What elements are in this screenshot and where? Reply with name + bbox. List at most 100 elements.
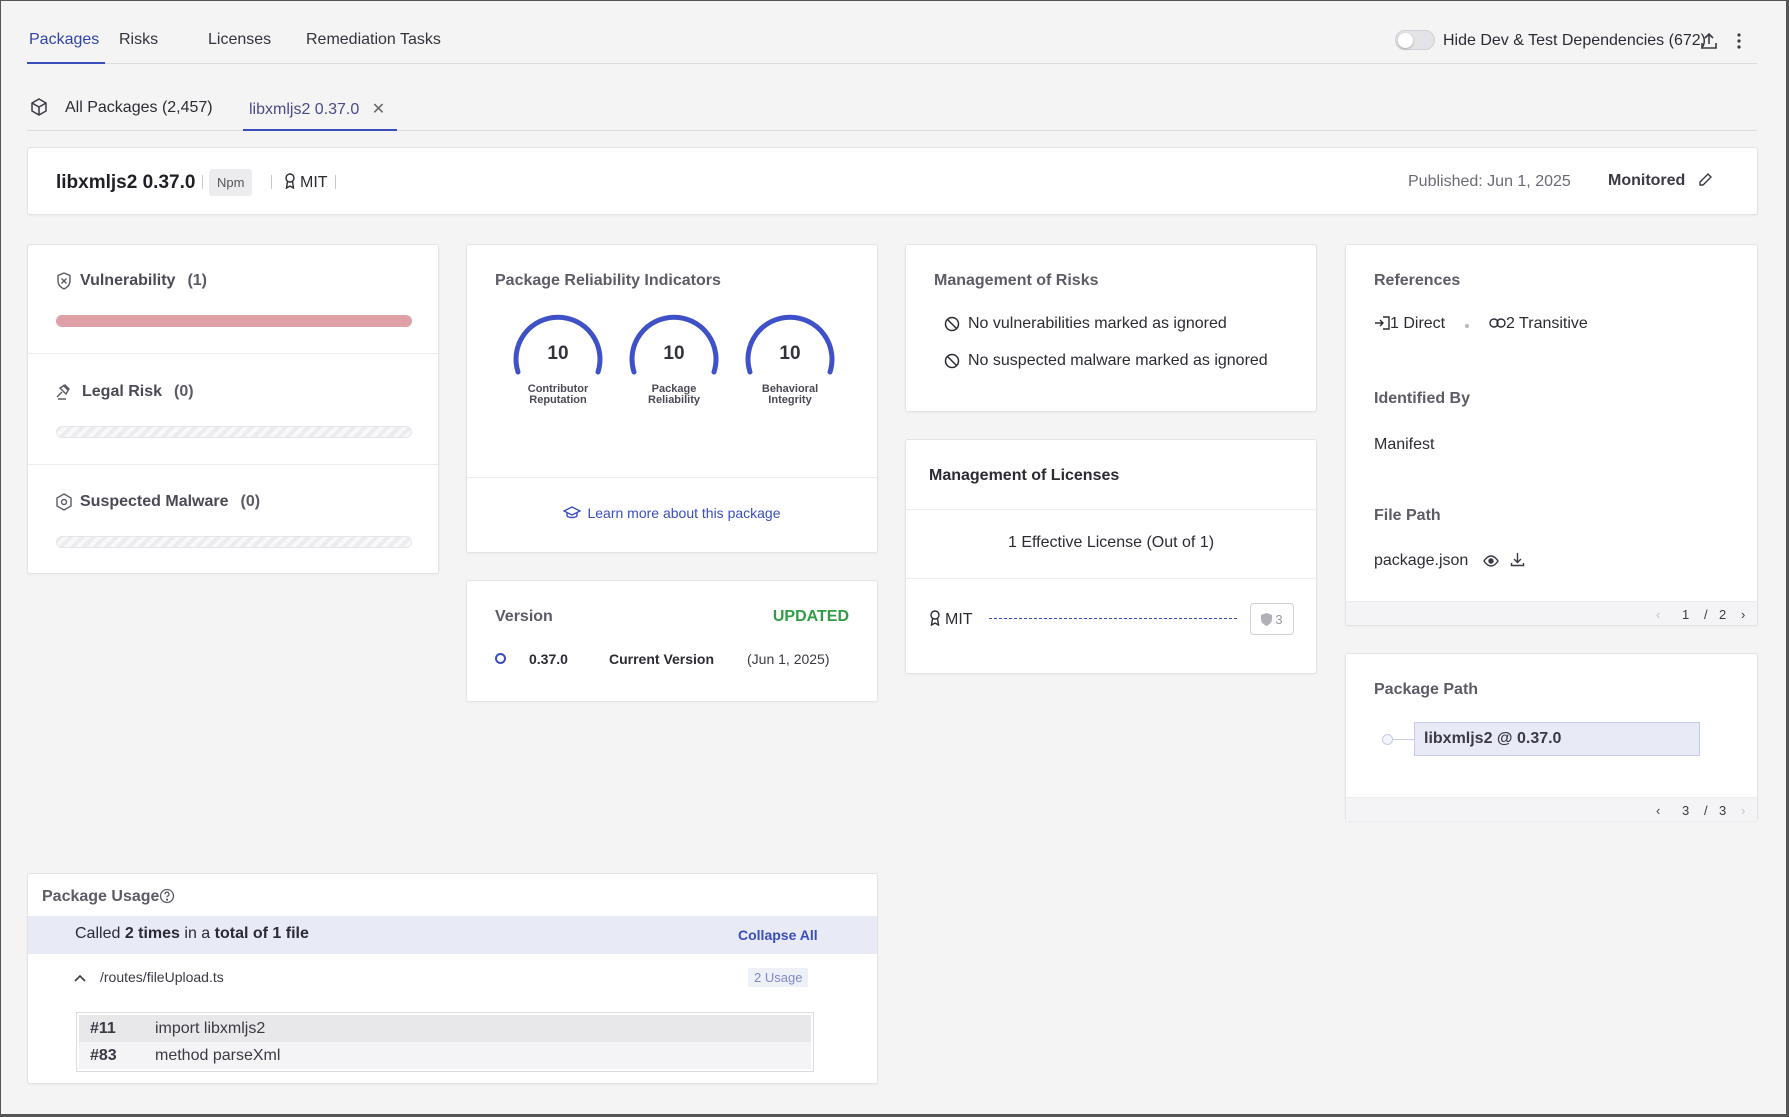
gauge-label: Behavioral Integrity (730, 384, 850, 406)
reliability-card: Package Reliability Indicators 10 Contri… (466, 244, 878, 553)
management-risks-card: Management of Risks No vulnerabilities m… (905, 244, 1317, 412)
gauge-label-line: Reputation (529, 394, 587, 406)
pager-total: 3 (1719, 803, 1727, 818)
bug-hexagon-icon (56, 493, 72, 511)
package-subtabs: All Packages (2,457) libxmljs2 0.37.0 ✕ (27, 89, 1757, 131)
path-connector (1393, 739, 1414, 740)
package-usage-title: Package Usage (42, 888, 160, 905)
subtab-all-packages[interactable]: All Packages (2,457) (65, 99, 213, 117)
divider (202, 175, 203, 189)
usage-summary-files: total of 1 file (214, 925, 309, 942)
reliability-title: Package Reliability Indicators (495, 272, 721, 289)
code-line-text: import libxmljs2 (155, 1019, 266, 1037)
usage-code-block: #11 import libxmljs2 #83 method parseXml (76, 1012, 814, 1072)
gauge-label: Package Reliability (614, 384, 734, 406)
divider (906, 509, 1316, 510)
tab-packages[interactable]: Packages (26, 31, 106, 64)
usage-summary-pre: Called (75, 925, 125, 942)
download-icon[interactable] (1510, 552, 1525, 572)
license-ribbon-icon (285, 173, 295, 190)
package-usage-card: Package Usage Called 2 times in a total … (27, 873, 878, 1084)
edit-pencil-icon[interactable] (1698, 172, 1713, 187)
direct-arrow-icon (1375, 316, 1390, 330)
effective-license-count: 1 Effective License (Out of 1) (1007, 534, 1215, 551)
usage-summary: Called 2 times in a total of 1 file (75, 925, 309, 943)
transitive-references[interactable]: 2 Transitive (1489, 315, 1588, 333)
learn-more-text[interactable]: Learn more about this package (587, 505, 780, 521)
usage-file-path[interactable]: /routes/fileUpload.ts (100, 969, 224, 985)
vulnerability-count: (1) (187, 272, 207, 289)
file-path-value: package.json (1374, 552, 1469, 569)
chevron-up-icon[interactable] (74, 971, 86, 985)
monitor-status-label: Monitored (1608, 172, 1686, 189)
license-label: MIT (284, 173, 328, 192)
gauge-label-line: Integrity (768, 394, 812, 406)
package-header-card: libxmljs2 0.37.0 Npm MIT Published: Jun … (27, 147, 1758, 215)
identified-by-value: Manifest (1374, 436, 1435, 453)
app-window: Packages Risks Licenses Remediation Task… (0, 0, 1789, 1117)
help-icon[interactable] (159, 888, 175, 909)
license-row-name: MIT (945, 611, 973, 628)
ban-icon (944, 316, 960, 332)
code-line[interactable]: #83 method parseXml (79, 1042, 811, 1069)
references-title: References (1374, 272, 1461, 289)
no-ignored-vulns: No vulnerabilities marked as ignored (944, 315, 1227, 333)
export-icon[interactable] (1699, 31, 1719, 51)
hide-dev-deps-toggle[interactable] (1395, 30, 1435, 50)
learn-more-link[interactable]: Learn more about this package (467, 505, 877, 523)
published-date: Published: Jun 1, 2025 (1408, 173, 1571, 190)
license-usage-count: 3 (1275, 611, 1283, 627)
tab-licenses[interactable]: Licenses (208, 31, 271, 49)
pager-next-icon[interactable]: › (1741, 803, 1745, 818)
divider (271, 175, 272, 189)
version-status-badge: UPDATED (772, 608, 849, 625)
vulnerability-bar[interactable] (56, 315, 412, 327)
path-node[interactable]: libxmljs2 @ 0.37.0 (1414, 722, 1700, 756)
view-file-icon[interactable] (1483, 554, 1499, 572)
toggle-knob (1398, 33, 1413, 48)
divider (467, 477, 877, 478)
version-number: 0.37.0 (529, 651, 568, 667)
management-risks-title: Management of Risks (934, 272, 1099, 289)
shield-x-icon (57, 272, 71, 290)
direct-references[interactable]: 1 Direct (1374, 315, 1445, 333)
management-licenses-card: Management of Licenses 1 Effective Licen… (905, 439, 1317, 674)
tab-risks[interactable]: Risks (119, 31, 158, 49)
pager-current: 1 (1682, 607, 1690, 622)
version-dot-icon (495, 653, 506, 664)
subtab-active-indicator (243, 129, 397, 131)
version-label: Current Version (609, 651, 715, 667)
package-path-card: Package Path libxmljs2 @ 0.37.0 ‹ 3 / 3 … (1345, 653, 1758, 821)
usage-summary-times: 2 times (124, 925, 180, 942)
gauge-behavioral-integrity: 10 Behavioral Integrity (740, 312, 840, 406)
gauge-package-reliability: 10 Package Reliability (624, 312, 724, 406)
legal-risk-count: (0) (174, 383, 194, 400)
pager-total: 2 (1719, 607, 1727, 622)
divider (906, 578, 1316, 579)
tab-remediation-tasks[interactable]: Remediation Tasks (306, 31, 441, 49)
monitor-status[interactable]: Monitored (1608, 172, 1713, 190)
license-ribbon-icon (930, 610, 940, 627)
usage-summary-mid: in a (179, 925, 215, 942)
gauge-value: 10 (663, 343, 685, 364)
gauge-label-line: Reliability (648, 394, 700, 406)
divider (28, 353, 438, 354)
management-licenses-title: Management of Licenses (929, 467, 1120, 484)
direct-references-text: 1 Direct (1390, 315, 1446, 332)
ban-icon (944, 353, 960, 369)
pager-prev-icon[interactable]: ‹ (1656, 803, 1660, 818)
legal-risk-heading: Legal Risk (0) (56, 383, 194, 401)
divider (28, 464, 438, 465)
subtab-package[interactable]: libxmljs2 0.37.0 ✕ (249, 99, 385, 119)
pager-prev-icon[interactable]: ‹ (1656, 607, 1660, 622)
references-pager: ‹ 1 / 2 › (1346, 601, 1757, 625)
collapse-all-button[interactable]: Collapse All (738, 927, 818, 943)
pager-next-icon[interactable]: › (1741, 607, 1745, 622)
close-icon[interactable]: ✕ (372, 101, 385, 118)
code-line[interactable]: #11 import libxmljs2 (79, 1015, 811, 1042)
dot-separator (1465, 324, 1469, 328)
more-options-icon[interactable] (1729, 31, 1749, 51)
version-date: (Jun 1, 2025) (747, 651, 830, 667)
version-title: Version (495, 608, 553, 625)
license-usage-badge[interactable]: 3 (1250, 603, 1294, 635)
